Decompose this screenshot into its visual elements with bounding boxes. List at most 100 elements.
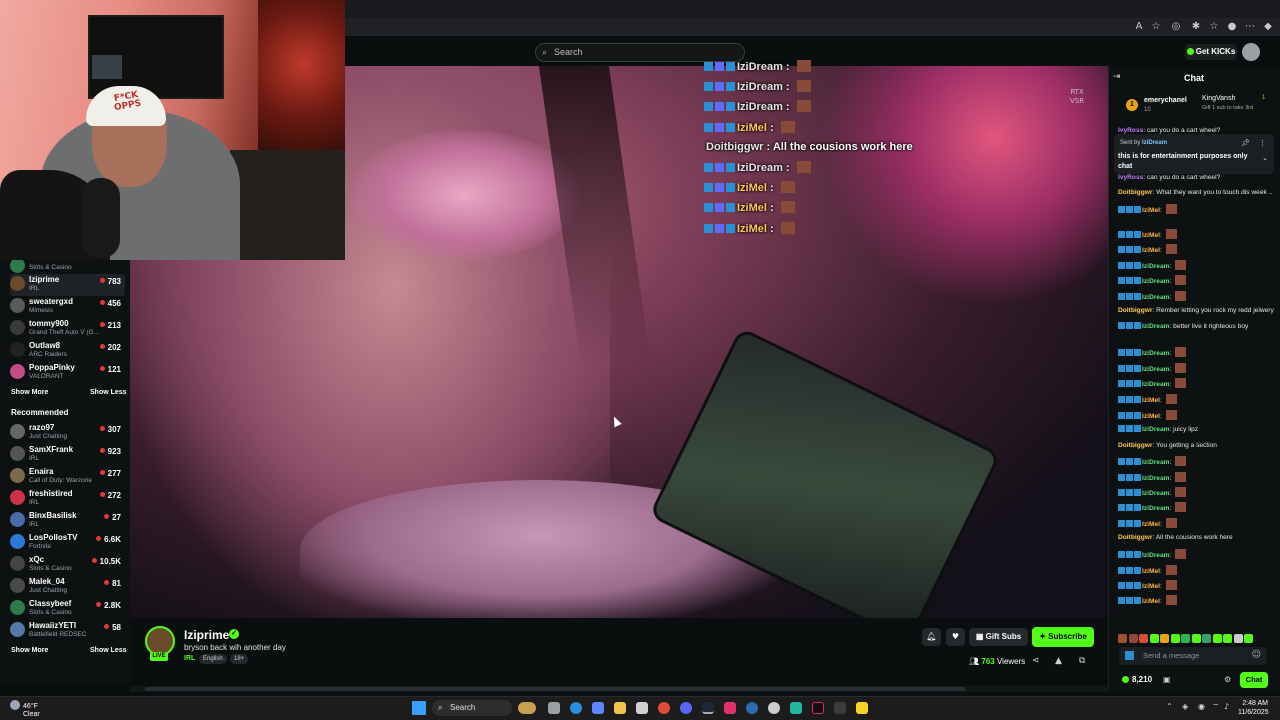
recommended-channel[interactable]: Classybeef Slots & Casino 2.8K bbox=[10, 598, 125, 620]
windows-start-icon[interactable] bbox=[412, 701, 426, 715]
emote-icon[interactable] bbox=[1223, 634, 1232, 643]
network-icon[interactable]: ⌔ bbox=[1212, 702, 1220, 712]
extension-icon[interactable]: ◎ bbox=[1170, 21, 1182, 33]
recommended-channel[interactable]: razo97 Just Chatting 307 bbox=[10, 422, 125, 444]
emote-icon[interactable] bbox=[1128, 634, 1138, 643]
emote-icon[interactable] bbox=[1170, 634, 1180, 643]
sidebar-channel[interactable]: Outlaw8 ARC Raiders 202 bbox=[10, 340, 125, 362]
channel-points[interactable]: 8,210 bbox=[1122, 675, 1152, 684]
chat-username[interactable]: IziDream bbox=[1142, 475, 1170, 482]
widget-icon[interactable] bbox=[518, 702, 536, 714]
volume-icon[interactable]: ♪ bbox=[1224, 702, 1229, 711]
terminal-icon[interactable] bbox=[834, 702, 846, 714]
sidebar-channel[interactable]: tommy900 Grand Theft Auto V (G... 213 bbox=[10, 318, 125, 340]
chat-username[interactable]: IziDream bbox=[1142, 263, 1170, 270]
avatar[interactable] bbox=[1242, 43, 1260, 61]
steam-icon[interactable] bbox=[702, 702, 714, 714]
chat-username[interactable]: IziMel bbox=[1142, 521, 1160, 528]
streamer-name[interactable]: Iziprime bbox=[184, 628, 229, 642]
tray-app-icon[interactable]: ◈ bbox=[1182, 702, 1188, 711]
favorites-icon[interactable]: ☆ bbox=[1208, 21, 1220, 33]
recommended-channel[interactable]: freshistired IRL 272 bbox=[10, 488, 125, 510]
emote-icon[interactable] bbox=[1191, 634, 1201, 643]
chat-username[interactable]: IziDream bbox=[1142, 278, 1170, 285]
chat-username[interactable]: IziDream bbox=[1142, 426, 1170, 433]
chat-username[interactable]: Doitbiggwr bbox=[1118, 307, 1152, 314]
copilot-icon[interactable]: ◆ bbox=[1262, 21, 1274, 33]
chat-username[interactable]: IziMel bbox=[1142, 232, 1160, 239]
stream-category[interactable]: IRL bbox=[184, 655, 195, 662]
emote-icon[interactable] bbox=[1202, 634, 1211, 643]
chat-username[interactable]: IziDream bbox=[1142, 294, 1170, 301]
chat-username[interactable]: IziMel bbox=[1142, 583, 1160, 590]
task-view-icon[interactable] bbox=[548, 702, 560, 714]
gift-box-icon[interactable]: ▣ bbox=[1163, 675, 1171, 684]
more-options-icon[interactable]: ⋮ bbox=[1259, 139, 1266, 147]
pin-icon[interactable]: 📌︎ bbox=[1241, 139, 1250, 147]
recommended-channel[interactable]: xQc Slots & Casino 10.5K bbox=[10, 554, 125, 576]
chat-username[interactable]: IvyRoss bbox=[1118, 174, 1143, 181]
recommended-channel[interactable]: SamXFrank IRL 923 bbox=[10, 444, 125, 466]
chat-username[interactable]: IziDream bbox=[1142, 381, 1170, 388]
taskbar-search[interactable]: ⌕ Search bbox=[432, 700, 512, 716]
chat-username[interactable]: IziDream bbox=[1142, 350, 1170, 357]
emote-icon[interactable] bbox=[1181, 634, 1190, 643]
sidebar-channel[interactable]: sweatergxd Mimesis 456 bbox=[10, 296, 125, 318]
subscribe-button[interactable]: ✦ Subscribe bbox=[1032, 627, 1094, 647]
emote-icon[interactable] bbox=[1149, 634, 1159, 643]
gift-subs-button[interactable]: ▦ Gift Subs bbox=[969, 628, 1028, 646]
read-aloud-icon[interactable]: A bbox=[1133, 21, 1145, 33]
chat-username[interactable]: IziMel bbox=[1142, 568, 1160, 575]
profile-icon[interactable]: ● bbox=[1226, 21, 1238, 33]
scrollbar-thumb[interactable] bbox=[145, 687, 965, 691]
follow-heart-icon[interactable]: ♥ bbox=[946, 628, 965, 646]
emote-quick-bar[interactable] bbox=[1118, 630, 1276, 643]
clip-icon[interactable]: ⧉ bbox=[1079, 656, 1085, 666]
chat-username[interactable]: IziDream bbox=[1142, 552, 1170, 559]
emote-icon[interactable] bbox=[1212, 634, 1222, 643]
discord-icon[interactable] bbox=[680, 702, 692, 714]
recommended-channel[interactable]: BinxBasilisk IRL 27 bbox=[10, 510, 125, 532]
emote-icon[interactable] bbox=[1233, 634, 1243, 643]
chat-username[interactable]: IziDream bbox=[1142, 505, 1170, 512]
tag-mature[interactable]: 18+ bbox=[230, 654, 249, 664]
chevron-down-icon[interactable]: ⌄ bbox=[1262, 154, 1268, 162]
chat-username[interactable]: IziMel bbox=[1142, 207, 1160, 214]
instagram-icon[interactable] bbox=[724, 702, 736, 714]
sidebar-channel[interactable]: Iziprime IRL 783 bbox=[10, 274, 125, 296]
show-less-button[interactable]: Show Less bbox=[90, 647, 127, 654]
recommended-channel[interactable]: Enaira Call of Duty: Warzone 277 bbox=[10, 466, 125, 488]
edge-icon[interactable] bbox=[570, 702, 582, 714]
chat-username[interactable]: Doitbiggwr bbox=[1118, 442, 1152, 449]
weather-widget[interactable]: 46°F Clear bbox=[10, 700, 40, 719]
settings-gear-icon[interactable]: ⚙ bbox=[1224, 675, 1231, 684]
chat-username[interactable]: IziDream bbox=[1142, 490, 1170, 497]
recommended-channel[interactable]: HawaiizYETI Battlefield REDSEC 58 bbox=[10, 620, 125, 642]
chat-username[interactable]: IziDream bbox=[1142, 459, 1170, 466]
taskbar-clock[interactable]: 2:48 AM 11/6/2025 bbox=[1238, 699, 1269, 717]
chat-username[interactable]: IziMel bbox=[1142, 413, 1160, 420]
show-less-button[interactable]: Show Less bbox=[90, 389, 127, 396]
send-chat-button[interactable]: Chat bbox=[1240, 672, 1268, 688]
more-menu-icon[interactable]: ⋯ bbox=[1244, 21, 1256, 33]
emote-icon[interactable] bbox=[1160, 634, 1169, 643]
chat-username[interactable]: IziDream bbox=[1142, 323, 1170, 330]
chat-username[interactable]: IziDream bbox=[1142, 366, 1170, 373]
notification-bell-icon[interactable]: 🔔︎ bbox=[922, 628, 941, 646]
app-icon[interactable] bbox=[790, 702, 802, 714]
get-kicks-button[interactable]: Get KICKs bbox=[1185, 44, 1237, 60]
sidebar-channel[interactable]: PoppaPinky VALORANT 121 bbox=[10, 362, 125, 384]
emote-icon[interactable] bbox=[1244, 634, 1253, 643]
top-gifter-name[interactable]: emerychanel bbox=[1144, 97, 1187, 104]
emote-icon[interactable] bbox=[1118, 634, 1127, 643]
store-icon[interactable] bbox=[636, 702, 648, 714]
puzzle-icon[interactable]: ✱ bbox=[1190, 21, 1202, 33]
chat-input[interactable]: Send a message ☺ bbox=[1119, 647, 1267, 665]
show-more-button[interactable]: Show More bbox=[11, 647, 48, 654]
settings-icon[interactable] bbox=[768, 702, 780, 714]
gifter-2-name[interactable]: KingVansh bbox=[1202, 95, 1235, 102]
file-explorer-icon[interactable] bbox=[614, 702, 626, 714]
messenger-icon[interactable] bbox=[746, 702, 758, 714]
copilot-app-icon[interactable] bbox=[592, 702, 604, 714]
pinned-message[interactable]: Sent by IziDream 📌︎ ⋮ this is for entert… bbox=[1114, 134, 1274, 174]
